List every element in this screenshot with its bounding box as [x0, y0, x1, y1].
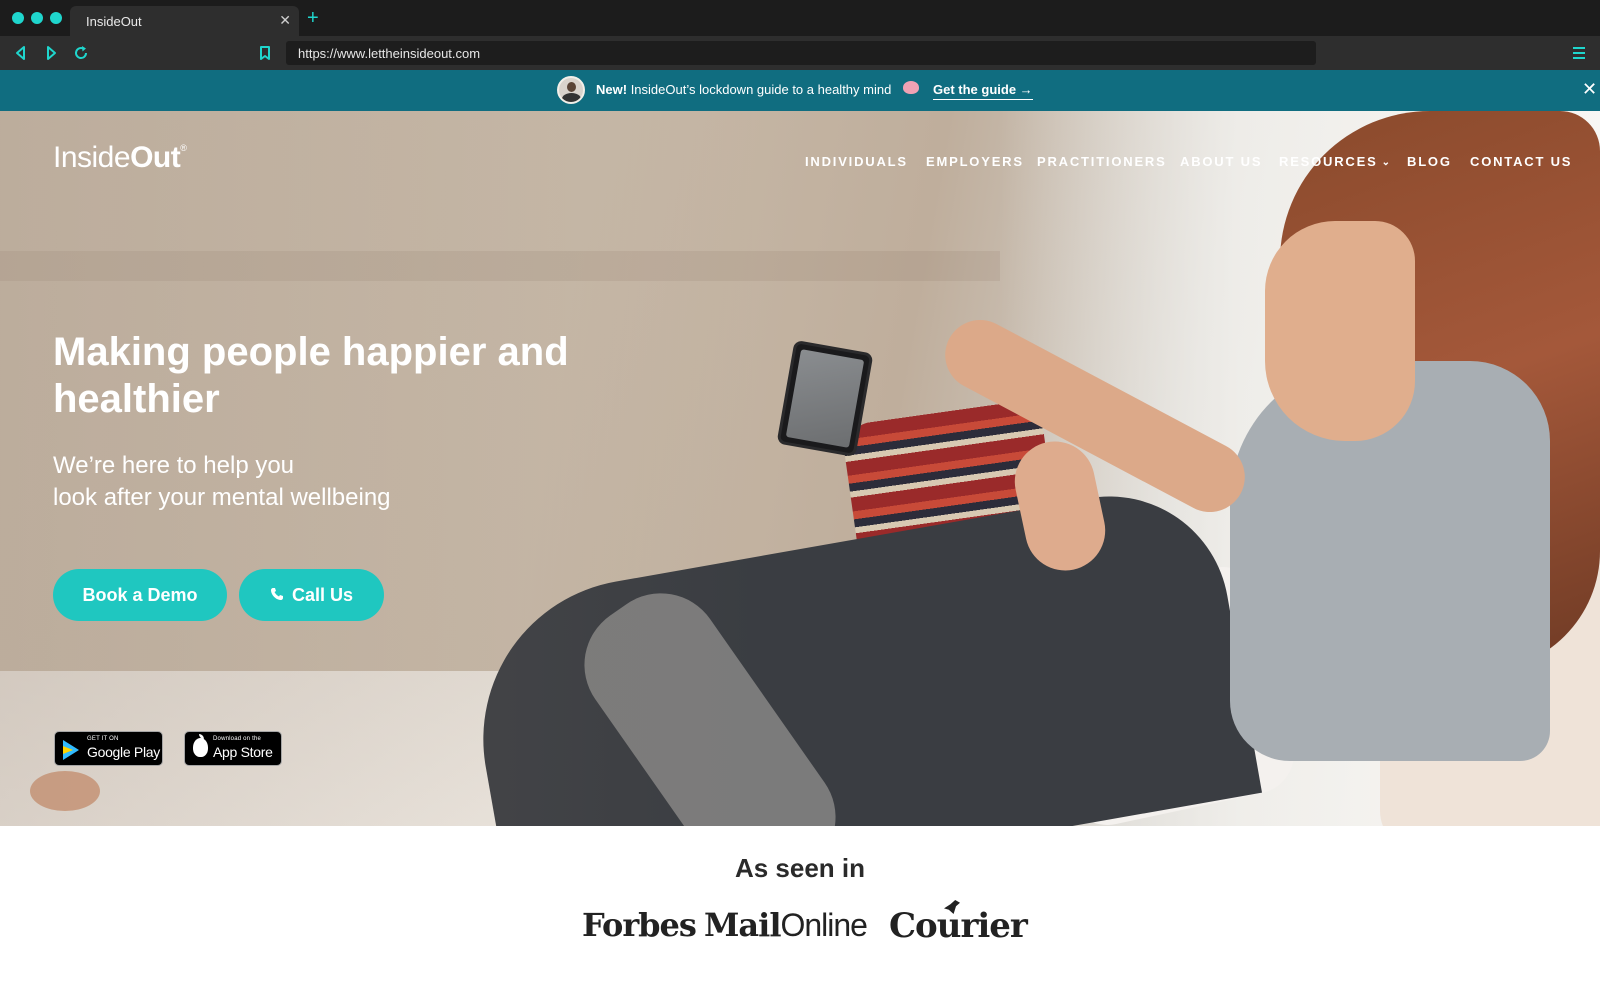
insideout-logo[interactable]: InsideOut® [53, 141, 187, 175]
announcement-text: New! InsideOut’s lockdown guide to a hea… [596, 82, 891, 97]
google-play-big-text: Google Play [87, 744, 160, 760]
app-store-big-text: App Store [213, 744, 273, 760]
hero-headline: Making people happier and healthier [53, 330, 569, 421]
announcement-bar: New! InsideOut’s lockdown guide to a hea… [0, 70, 1600, 111]
browser-tab[interactable]: InsideOut ✕ [70, 6, 299, 36]
tab-strip: InsideOut ✕ + [0, 0, 1600, 36]
book-a-demo-button[interactable]: Book a Demo [53, 569, 227, 621]
new-tab-icon[interactable]: + [307, 8, 319, 28]
courier-logo: Courier [889, 906, 1028, 946]
announcement-close-icon[interactable]: ✕ [1582, 79, 1597, 100]
nav-employers[interactable]: EMPLOYERS [926, 154, 1024, 169]
apple-icon [193, 738, 208, 757]
mail-online-logo: MailOnline [704, 906, 868, 944]
google-play-badge[interactable]: GET IT ON Google Play [54, 731, 163, 766]
phone-icon [270, 588, 283, 600]
get-the-guide-link[interactable]: Get the guide → [933, 82, 1033, 100]
window-minimize-dot[interactable] [31, 12, 43, 24]
nav-resources[interactable]: RESOURCES ⌄ [1279, 154, 1392, 169]
hero-subline-2: look after your mental wellbeing [53, 484, 391, 511]
call-us-label: Call Us [291, 585, 354, 605]
browser-chrome: InsideOut ✕ + https://www.lettheinsideou… [0, 0, 1600, 70]
announcement-message: InsideOut’s lockdown guide to a healthy … [630, 82, 892, 97]
menu-icon[interactable] [1570, 44, 1588, 62]
chevron-down-icon: ⌄ [1381, 157, 1392, 168]
nav-individuals[interactable]: INDIVIDUALS [805, 154, 908, 169]
back-icon[interactable] [12, 44, 30, 62]
tab-title: InsideOut [86, 14, 142, 29]
as-seen-in-title: As seen in [734, 853, 866, 883]
announcement-new-label: New! [596, 82, 628, 97]
app-store-badge[interactable]: Download on the App Store [184, 731, 282, 766]
nav-resources-label: RESOURCES [1279, 154, 1378, 169]
nav-blog[interactable]: BLOG [1407, 154, 1452, 169]
reload-icon[interactable] [72, 44, 90, 62]
hero-photo-face [1265, 221, 1415, 441]
nav-practitioners[interactable]: PRACTITIONERS [1037, 154, 1167, 169]
tab-close-icon[interactable]: ✕ [279, 12, 291, 29]
forward-icon[interactable] [42, 44, 60, 62]
forbes-logo: Forbes [582, 906, 697, 944]
brain-icon [903, 81, 919, 94]
avatar [557, 76, 585, 104]
window-close-dot[interactable] [12, 12, 24, 24]
url-text: https://www.lettheinsideout.com [298, 46, 481, 61]
nav-contact-us[interactable]: CONTACT US [1470, 154, 1572, 169]
browser-toolbar: https://www.lettheinsideout.com [0, 36, 1600, 70]
window-maximize-dot[interactable] [50, 12, 62, 24]
hero-subline-1: We’re here to help you [53, 452, 295, 479]
bookmark-icon[interactable] [256, 44, 274, 62]
hero-section: InsideOut® INDIVIDUALS EMPLOYERS PRACTIT… [0, 111, 1600, 826]
app-store-small-text: Download on the [213, 736, 262, 742]
call-us-button[interactable]: Call Us [239, 569, 384, 621]
address-bar[interactable]: https://www.lettheinsideout.com [286, 41, 1316, 65]
nav-about-us[interactable]: ABOUT US [1180, 154, 1262, 169]
google-play-small-text: GET IT ON [87, 736, 119, 742]
